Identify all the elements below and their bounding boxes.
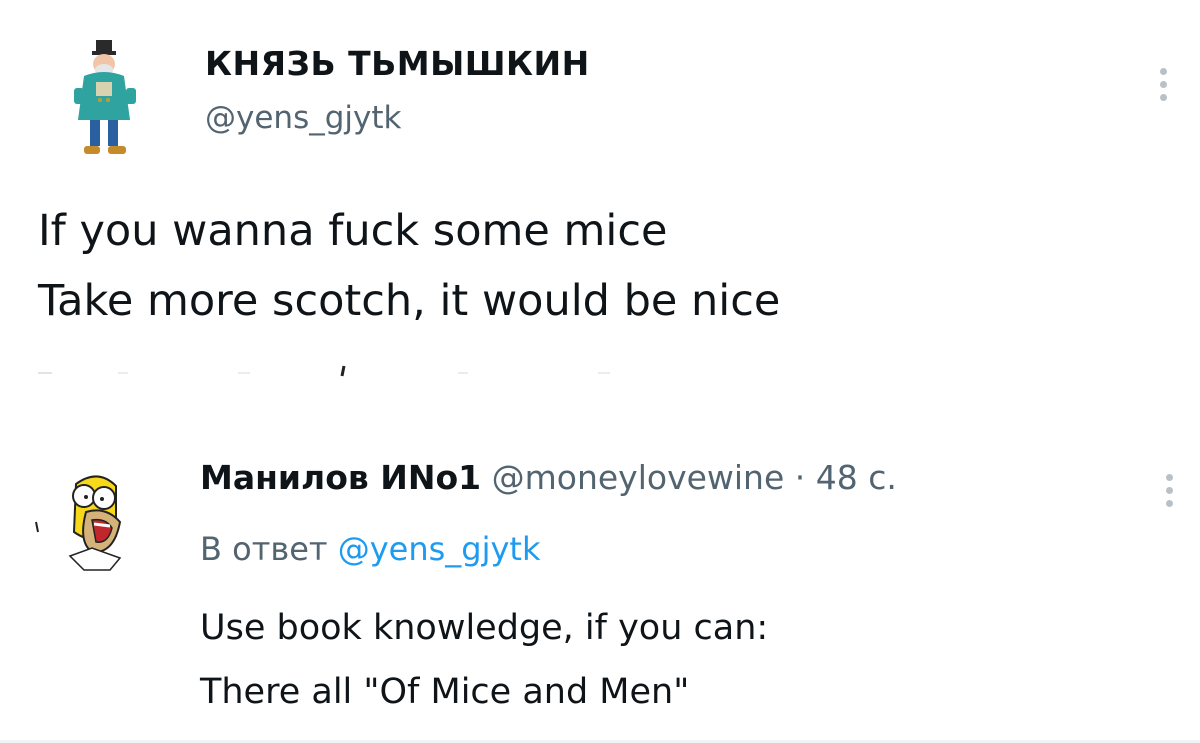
more-vertical-icon[interactable] [1152,62,1176,108]
tweet-line: Take more scotch, it would be nice [38,276,781,326]
reply-line: Use book knowledge, if you can: [200,608,769,648]
avatar[interactable] [70,38,140,160]
avatar[interactable] [34,466,150,584]
reply-header: Манилов ИNo1 @moneylovewine · 48 с. [200,458,897,497]
avatar-image [74,40,136,154]
reply-line: There all "Of Mice and Men" [200,672,690,712]
tweet-text: If you wanna fuck some mice Take more sc… [38,196,780,336]
cropped-text-fragment [38,365,610,377]
avatar-image [35,475,122,571]
author-name[interactable]: КНЯЗЬ ТЬМЫШКИН [205,44,590,83]
separator: · [794,458,806,497]
reply-to-label: В ответ [200,530,328,568]
reply-to: В ответ @yens_gjytk [200,530,541,568]
reply-text: Use book knowledge, if you can: There al… [200,596,768,724]
tweet-line: If you wanna fuck some mice [38,206,668,256]
author-handle[interactable]: @moneylovewine [492,458,785,497]
timestamp[interactable]: 48 с. [816,458,897,497]
reply-to-mention[interactable]: @yens_gjytk [338,530,541,568]
author-name[interactable]: Манилов ИNo1 [200,458,481,497]
author-handle[interactable]: @yens_gjytk [205,100,401,136]
more-vertical-icon[interactable] [1158,468,1182,514]
